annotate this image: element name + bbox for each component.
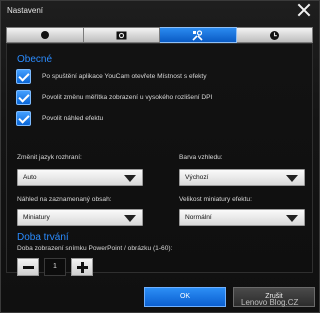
tab-bar: [6, 27, 313, 43]
chevron-down-icon: [286, 215, 298, 222]
thumbsize-label: Velikost miniatury efektu:: [179, 196, 252, 203]
option-label: Po spuštění aplikace YouCam otevřete Mís…: [42, 73, 207, 80]
decrement-button[interactable]: [17, 258, 39, 276]
color-value: Výchozí: [185, 174, 209, 181]
watermark: Lenovo Blog.CZ: [241, 298, 299, 307]
close-icon[interactable]: [297, 3, 311, 17]
tab-tools[interactable]: [160, 27, 237, 43]
clock-icon: [269, 30, 279, 40]
tab-circle[interactable]: [6, 27, 84, 43]
color-select[interactable]: Výchozí: [179, 169, 305, 186]
chevron-down-icon: [286, 175, 298, 182]
window-title: Nastavení: [7, 6, 44, 15]
ok-button[interactable]: OK: [144, 287, 226, 307]
circle-icon: [40, 31, 49, 39]
option-label: Povolit změnu měřítka zobrazení u vysoké…: [42, 94, 213, 101]
preview-select[interactable]: Miniatury: [17, 209, 143, 226]
language-label: Změnit jazyk rozhraní:: [17, 154, 82, 161]
tools-icon: [192, 29, 203, 41]
section-heading-general: Obecné: [17, 54, 53, 65]
option-effect-preview[interactable]: Povolit náhled efektu: [16, 111, 103, 126]
language-select[interactable]: Auto: [17, 169, 143, 186]
thumbsize-select[interactable]: Normální: [179, 209, 305, 226]
option-dpi-scaling[interactable]: Povolit změnu měřítka zobrazení u vysoké…: [16, 90, 212, 105]
language-value: Auto: [23, 174, 37, 181]
section-heading-duration: Doba trvání: [17, 232, 69, 243]
chevron-down-icon: [124, 215, 136, 222]
option-open-effects-room[interactable]: Po spuštění aplikace YouCam otevřete Mís…: [16, 69, 207, 84]
camera-icon: [116, 31, 127, 40]
chevron-down-icon: [124, 175, 136, 182]
checkbox[interactable]: [16, 69, 31, 84]
duration-stepper: 1: [17, 258, 93, 276]
option-label: Povolit náhled efektu: [42, 115, 104, 122]
settings-window: Nastavení Obecné Po spuštění aplikace Yo…: [0, 0, 320, 313]
increment-button[interactable]: [71, 258, 93, 276]
title-bar: Nastavení: [1, 1, 319, 21]
duration-value[interactable]: 1: [44, 258, 66, 276]
color-label: Barva vzhledu:: [179, 154, 223, 161]
checkbox[interactable]: [16, 111, 31, 126]
checkbox[interactable]: [16, 90, 31, 105]
preview-label: Náhled na zaznamenaný obsah:: [17, 196, 112, 203]
tab-clock[interactable]: [236, 27, 313, 43]
preview-value: Miniatury: [23, 214, 50, 221]
thumbsize-value: Normální: [185, 214, 212, 221]
duration-label: Doba zobrazení snímku PowerPoint / obráz…: [17, 245, 173, 252]
tab-camera[interactable]: [83, 27, 160, 43]
